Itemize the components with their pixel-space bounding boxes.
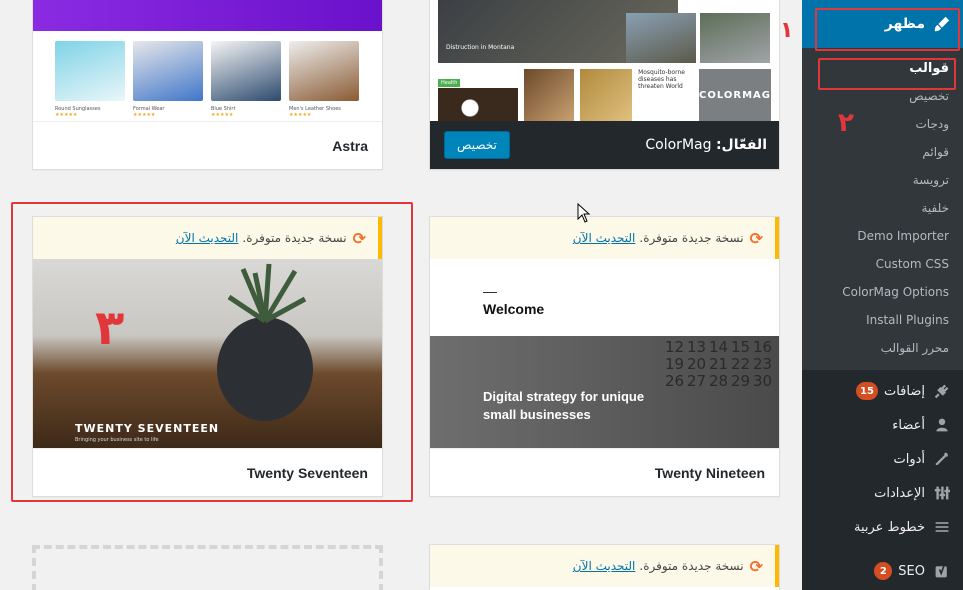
update-notice: ⟳ نسخة جديدة متوفرة. التحديث الآن: [430, 545, 779, 587]
list-icon: [933, 518, 951, 536]
theme-card-astra[interactable]: Round Sunglasses ★★★★★ Formal Wear ★★★★★…: [32, 0, 383, 170]
customize-button[interactable]: تخصيص: [444, 131, 510, 159]
svg-text:13: 13: [687, 338, 706, 356]
submenu-install-plugins[interactable]: Install Plugins: [802, 306, 963, 334]
update-now-link[interactable]: التحديث الآن: [573, 231, 636, 245]
update-notice-text: نسخة جديدة متوفرة.: [639, 559, 744, 573]
update-now-link[interactable]: التحديث الآن: [573, 559, 636, 573]
product-stars: ★★★★★: [55, 112, 78, 118]
theme-name: Astra: [33, 121, 382, 169]
theme-card-colormag[interactable]: Distruction in Montana Health Mosquito-b…: [429, 0, 780, 170]
product-image: [133, 41, 203, 101]
annotation-box-themes: [818, 58, 956, 90]
menu-seo[interactable]: SEO 2: [802, 554, 963, 588]
svg-text:23: 23: [753, 355, 772, 373]
astra-product: Men's Leather Shoes ★★★★★: [289, 41, 359, 118]
svg-text:21: 21: [709, 355, 728, 373]
appearance-submenu: قوالب تخصيص ودجات قوائم ترويسة خلفية Dem…: [802, 48, 963, 370]
menu-arabic-fonts[interactable]: خطوط عربية: [802, 510, 963, 544]
submenu-colormag-options[interactable]: ColorMag Options: [802, 278, 963, 306]
menu-tools[interactable]: أدوات: [802, 442, 963, 476]
submenu-menus[interactable]: قوائم: [802, 138, 963, 166]
add-new-theme-card[interactable]: [32, 545, 383, 590]
annotation-number-2: ٢: [838, 108, 854, 138]
product-stars: ★★★★★: [211, 112, 234, 118]
product-image: [55, 41, 125, 101]
svg-text:27: 27: [687, 372, 706, 390]
astra-product-grid: Round Sunglasses ★★★★★ Formal Wear ★★★★★…: [55, 41, 359, 118]
users-icon: [933, 416, 951, 434]
menu-users-label: أعضاء: [892, 417, 925, 433]
colormag-bottom-row: Health Mosquito-borne diseases has threa…: [438, 69, 771, 128]
menu-plugins[interactable]: إضافات 15: [802, 374, 963, 408]
mouse-cursor-icon: [577, 203, 591, 223]
update-notice-text: نسخة جديدة متوفرة.: [639, 231, 744, 245]
svg-text:12: 12: [665, 338, 684, 356]
astra-product: Round Sunglasses ★★★★★: [55, 41, 125, 118]
colormag-headline: Distruction in Montana: [446, 44, 515, 51]
twenty-nineteen-screenshot: Welcome 12 13 14 15 16 19 20 21 22 23 26 27 28 29 30…: [430, 259, 779, 450]
theme-name: Twenty Nineteen: [430, 448, 779, 496]
svg-text:29: 29: [731, 372, 750, 390]
product-image: [211, 41, 281, 101]
submenu-custom-css[interactable]: Custom CSS: [802, 250, 963, 278]
calendar-graphic: 12 13 14 15 16 19 20 21 22 23 26 27 28 29 30: [665, 338, 772, 390]
plugin-icon: [933, 382, 951, 400]
product-image: [289, 41, 359, 101]
svg-text:30: 30: [753, 372, 772, 390]
nineteen-welcome: Welcome: [483, 301, 545, 317]
theme-card-next[interactable]: ⟳ نسخة جديدة متوفرة. التحديث الآن: [429, 544, 780, 590]
svg-text:15: 15: [731, 338, 750, 356]
colormag-logo: COLORMAG: [699, 69, 771, 121]
annotation-box-twenty-seventeen: [11, 202, 413, 502]
submenu-background[interactable]: خلفية: [802, 194, 963, 222]
seo-badge: 2: [874, 562, 893, 580]
product-stars: ★★★★★: [133, 112, 156, 118]
submenu-theme-editor[interactable]: محرر القوالب: [802, 334, 963, 362]
colormag-health-tag: Health: [438, 79, 461, 87]
astra-product: Blue Shirt ★★★★★: [211, 41, 281, 118]
submenu-widgets[interactable]: ودجات: [802, 110, 963, 138]
svg-text:14: 14: [709, 338, 728, 356]
menu-seo-label: SEO: [898, 563, 925, 579]
annotation-number-3: ٣: [95, 300, 125, 356]
astra-hero-banner: [33, 0, 382, 31]
current-menu-arrow: [794, 16, 802, 32]
svg-text:28: 28: [709, 372, 728, 390]
svg-text:22: 22: [731, 355, 750, 373]
update-icon: ⟳: [749, 228, 763, 248]
colormag-logo-text: COLORMAG: [699, 89, 771, 101]
astra-product: Formal Wear ★★★★★: [133, 41, 203, 118]
menu-tools-label: أدوات: [893, 451, 925, 467]
active-theme-bar: الفعّال: ColorMag تخصيص: [430, 121, 779, 169]
yoast-icon: [933, 562, 951, 580]
product-stars: ★★★★★: [289, 112, 312, 118]
annotation-box-appearance: [815, 8, 960, 51]
update-icon: ⟳: [749, 556, 763, 576]
colormag-mosquito-headline: Mosquito-borne diseases has threaten Wor…: [638, 69, 685, 91]
svg-text:26: 26: [665, 372, 684, 390]
menu-plugins-label: إضافات: [883, 383, 925, 399]
submenu-header[interactable]: ترويسة: [802, 166, 963, 194]
menu-settings[interactable]: الإعدادات: [802, 476, 963, 510]
svg-text:16: 16: [753, 338, 772, 356]
nineteen-hero: 12 13 14 15 16 19 20 21 22 23 26 27 28 29 30 Digital…: [430, 336, 779, 450]
theme-card-twenty-nineteen[interactable]: ⟳ نسخة جديدة متوفرة. التحديث الآن Welcom…: [429, 216, 780, 497]
wrench-icon: [933, 450, 951, 468]
active-theme-name: ColorMag: [645, 137, 712, 153]
menu-settings-label: الإعدادات: [874, 485, 925, 501]
nineteen-headline: Digital strategy for unique small busine…: [483, 389, 645, 422]
active-theme-label: الفعّال: ColorMag: [645, 137, 767, 153]
annotation-number-1: ١: [780, 18, 794, 43]
update-notice: ⟳ نسخة جديدة متوفرة. التحديث الآن: [430, 217, 779, 259]
nineteen-dash: [483, 292, 497, 293]
menu-arabic-fonts-label: خطوط عربية: [853, 519, 925, 535]
plugins-update-badge: 15: [856, 382, 878, 400]
menu-users[interactable]: أعضاء: [802, 408, 963, 442]
svg-text:19: 19: [665, 355, 684, 373]
svg-text:20: 20: [687, 355, 706, 373]
settings-sliders-icon: [933, 484, 951, 502]
submenu-demo-importer[interactable]: Demo Importer: [802, 222, 963, 250]
active-prefix: الفعّال:: [715, 137, 767, 153]
